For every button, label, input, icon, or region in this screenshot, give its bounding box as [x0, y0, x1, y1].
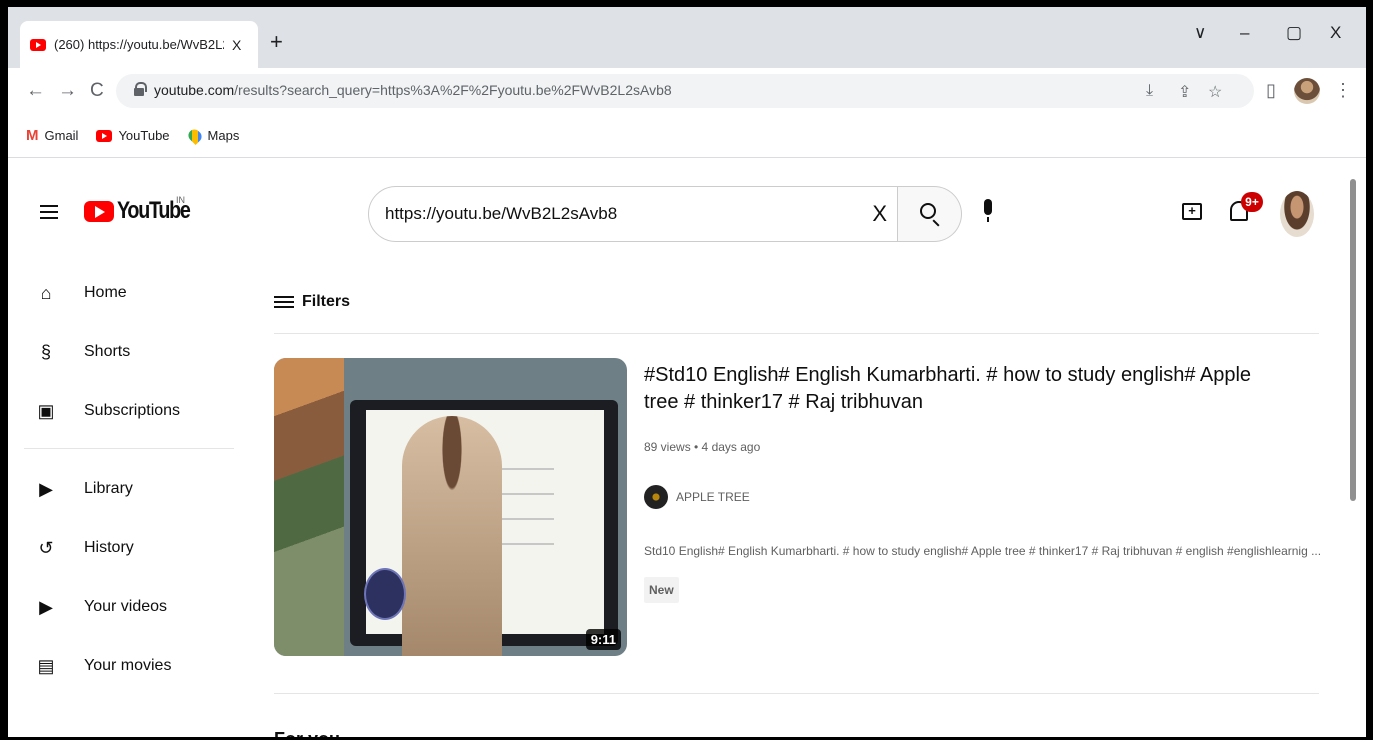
youtube-page: YouTube IN https://youtu.be/WvB2L2sAvb8 … [8, 159, 1366, 737]
account-avatar[interactable] [1280, 191, 1314, 237]
gmail-icon: M [26, 127, 39, 144]
search-input[interactable]: https://youtu.be/WvB2L2sAvb8 X [368, 186, 898, 242]
video-thumbnail[interactable]: 9:11 [274, 358, 627, 656]
sidebar-item-history[interactable]: ↺ History [8, 518, 248, 577]
filters-button[interactable]: Filters [274, 293, 350, 311]
sidebar-item-label: Home [84, 283, 127, 301]
channel-avatar[interactable] [644, 485, 668, 509]
video-duration: 9:11 [585, 629, 621, 650]
subscriptions-icon: ▣ [37, 400, 55, 421]
channel-link[interactable]: APPLE TREE [644, 485, 750, 509]
bookmark-star-icon[interactable]: ☆ [1208, 82, 1222, 102]
reload-button[interactable]: C [90, 80, 104, 102]
youtube-icon [96, 129, 113, 142]
sidebar-item-label: Subscriptions [84, 401, 181, 419]
bookmarks-bar: M Gmail YouTube Maps [8, 114, 1366, 158]
share-icon[interactable]: ⇪ [1178, 82, 1191, 102]
video-title[interactable]: #Std10 English# English Kumarbharti. # h… [644, 362, 1284, 416]
your-videos-icon: ▶ [39, 596, 53, 617]
sidebar-item-label: Your videos [84, 597, 168, 615]
sidebar-item-label: Shorts [84, 342, 131, 360]
results-divider [274, 333, 1319, 334]
browser-profile-avatar[interactable] [1294, 78, 1320, 104]
youtube-play-icon [84, 200, 114, 222]
close-window-button[interactable]: X [1330, 23, 1341, 43]
video-metadata: 89 views • 4 days ago [644, 440, 761, 454]
library-icon: ▶ [39, 478, 53, 499]
sidepanel-icon[interactable]: ▯ [1266, 80, 1276, 101]
country-code: IN [176, 195, 185, 205]
tab-search-button[interactable]: ∨ [1194, 23, 1206, 43]
download-icon[interactable]: ⤓ [1146, 82, 1153, 100]
channel-name[interactable]: APPLE TREE [676, 490, 750, 504]
browser-menu-icon[interactable]: ⋮ [1334, 80, 1352, 101]
sidebar-item-your-videos[interactable]: ▶ Your videos [8, 577, 248, 636]
back-button[interactable]: ← [26, 80, 45, 102]
tab-strip: (260) https://youtu.be/WvB2L2sAvb8 X + ∨… [8, 7, 1366, 68]
search-button[interactable] [898, 186, 962, 242]
restore-button[interactable]: ▢ [1286, 23, 1302, 43]
page-scrollbar[interactable] [1350, 179, 1356, 501]
history-icon: ↺ [38, 537, 54, 558]
bookmark-maps[interactable]: Maps [185, 126, 240, 145]
guide-sidebar: ⌂ Home § Shorts ▣ Subscriptions ▶ Librar… [8, 263, 248, 695]
youtube-favicon-icon [30, 38, 46, 51]
new-tab-button[interactable]: + [270, 29, 283, 55]
browser-toolbar: ← → C youtube.com/results?search_query=h… [8, 68, 1366, 114]
hamburger-menu-icon[interactable] [40, 205, 58, 219]
minimize-button[interactable]: – [1240, 23, 1249, 43]
bookmark-label: Gmail [44, 128, 79, 143]
filter-sliders-icon [274, 294, 294, 310]
thumbnail-tool-wheel [364, 568, 406, 620]
url-host: youtube.com [154, 82, 235, 98]
search-icon [920, 203, 936, 219]
sidebar-item-library[interactable]: ▶ Library [8, 459, 248, 518]
bookmark-gmail[interactable]: M Gmail [26, 127, 78, 144]
home-icon: ⌂ [40, 282, 52, 303]
sidebar-divider [24, 448, 234, 449]
video-result[interactable]: 9:11 #Std10 English# English Kumarbharti… [274, 358, 1324, 658]
sidebar-item-label: Library [84, 479, 133, 497]
browser-tab[interactable]: (260) https://youtu.be/WvB2L2sAvb8 X [20, 21, 258, 68]
filters-label: Filters [302, 293, 351, 310]
thumbnail-plant [274, 358, 344, 656]
maps-icon [185, 126, 204, 145]
tab-title: (260) https://youtu.be/WvB2L2sAvb8 [54, 37, 224, 52]
create-video-icon[interactable]: + [1182, 203, 1202, 220]
tab-close-button[interactable]: X [232, 37, 241, 53]
section-divider [274, 693, 1319, 694]
shorts-icon: § [40, 341, 51, 362]
video-description: Std10 English# English Kumarbharti. # ho… [644, 544, 1322, 558]
sidebar-item-your-movies[interactable]: ▤ Your movies [8, 636, 248, 695]
bookmark-label: Maps [207, 128, 240, 143]
browser-window: (260) https://youtu.be/WvB2L2sAvb8 X + ∨… [8, 7, 1366, 737]
youtube-logo[interactable]: YouTube [84, 197, 206, 225]
sidebar-item-home[interactable]: ⌂ Home [8, 263, 248, 322]
sidebar-item-subscriptions[interactable]: ▣ Subscriptions [8, 381, 248, 440]
section-title: For you [274, 729, 340, 737]
bookmark-youtube[interactable]: YouTube [96, 128, 170, 143]
url-text[interactable]: youtube.com/results?search_query=https%3… [154, 82, 672, 98]
sidebar-item-label: Your movies [84, 656, 172, 674]
voice-search-icon[interactable] [984, 199, 992, 222]
address-bar[interactable]: youtube.com/results?search_query=https%3… [116, 74, 1254, 108]
new-badge: New [644, 577, 679, 603]
your-movies-icon: ▤ [37, 655, 55, 676]
lock-icon[interactable] [134, 82, 147, 96]
sidebar-item-shorts[interactable]: § Shorts [8, 322, 248, 381]
sidebar-item-label: History [84, 538, 134, 556]
bookmark-label: YouTube [118, 128, 170, 143]
notifications-badge: 9+ [1241, 192, 1263, 212]
url-path: /results?search_query=https%3A%2F%2Fyout… [234, 82, 672, 98]
thumbnail-person [402, 416, 502, 656]
search-query[interactable]: https://youtu.be/WvB2L2sAvb8 [385, 204, 617, 224]
forward-button[interactable]: → [58, 80, 77, 102]
clear-search-button[interactable]: X [872, 201, 887, 227]
